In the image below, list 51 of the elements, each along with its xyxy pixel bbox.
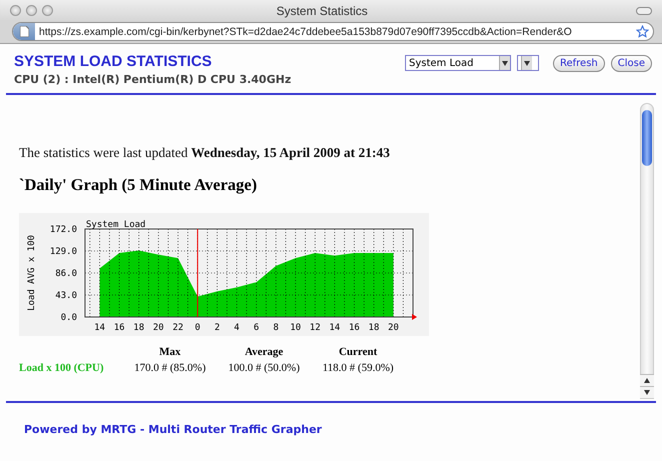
x-tick-label: 20	[153, 323, 164, 333]
period-select[interactable]	[516, 55, 539, 71]
scrollbar[interactable]	[640, 103, 654, 399]
cpu-subtitle: CPU (2) : Intel(R) Pentium(R) D CPU 3.40GHz	[14, 73, 292, 86]
column-header: Average	[244, 346, 284, 358]
x-tick-label: 22	[172, 323, 184, 333]
caret-icon[interactable]	[502, 60, 508, 66]
column-header: Current	[338, 346, 378, 358]
x-tick-label: 20	[388, 323, 399, 333]
refresh-button[interactable]: Refresh	[552, 54, 605, 72]
x-axis-arrow-icon	[412, 314, 417, 320]
address-field[interactable]: https://zs.example.com/cgi-bin/kerbynet?STk=d2dae24c7ddebee5a153b879d07e90ff7395ccdb&Action=Render&O	[12, 22, 654, 41]
x-tick-label: 12	[310, 323, 320, 333]
toolbar-toggle-button[interactable]	[636, 6, 652, 14]
x-tick-label: 4	[234, 323, 240, 333]
x-tick-label: 2	[214, 323, 220, 333]
table-cell-text: 170.0 # (85.0%)	[133, 362, 207, 374]
x-tick-label: 14	[94, 323, 106, 333]
x-tick-label: 18	[133, 323, 144, 333]
x-tick-label: 16	[348, 323, 360, 333]
window-title: System Statistics	[275, 4, 369, 18]
x-tick-label: 6	[254, 323, 260, 333]
page-title: SYSTEM LOAD STATISTICS	[14, 53, 213, 70]
update-note: The statistics were last updated Wednesday, 15 April 2009 at 21:43	[19, 145, 391, 161]
y-axis-label: Load AVG x 100	[27, 235, 37, 311]
caret-icon[interactable]	[524, 60, 530, 66]
graph-heading: `Daily' Graph (5 Minute Average)	[19, 175, 258, 195]
y-tick-label: 129.0	[50, 247, 77, 257]
star-icon[interactable]	[636, 25, 649, 38]
scroll-up-icon[interactable]	[644, 378, 650, 383]
y-tick-label: 0.0	[60, 313, 77, 323]
scroll-thumb[interactable]	[642, 110, 652, 166]
column-header: Max	[158, 346, 182, 358]
y-tick-label: 43.0	[55, 291, 77, 301]
chart-title: System Load	[86, 220, 146, 230]
x-tick-label: 8	[273, 323, 279, 333]
x-tick-label: 14	[329, 323, 340, 333]
footer-text: Powered by MRTG - Multi Router Traffic Grapher	[24, 423, 322, 436]
row-label: Load x 100 (CPU)	[19, 362, 105, 374]
x-tick-label: 16	[114, 323, 125, 333]
x-tick-label: 0	[194, 323, 200, 333]
x-tick-label: 18	[368, 323, 380, 333]
y-tick-label: 172.0	[50, 225, 77, 235]
scroll-down-icon[interactable]	[644, 390, 650, 395]
graph-select[interactable]: System Load	[404, 55, 511, 71]
close-button[interactable]: Close	[610, 54, 652, 72]
page-icon	[20, 26, 28, 37]
table-cell-text: 100.0 # (50.0%)	[227, 362, 301, 374]
x-tick-label: 10	[290, 323, 301, 333]
y-tick-label: 86.0	[55, 269, 77, 279]
table-cell-text: 118.0 # (59.0%)	[321, 362, 395, 374]
